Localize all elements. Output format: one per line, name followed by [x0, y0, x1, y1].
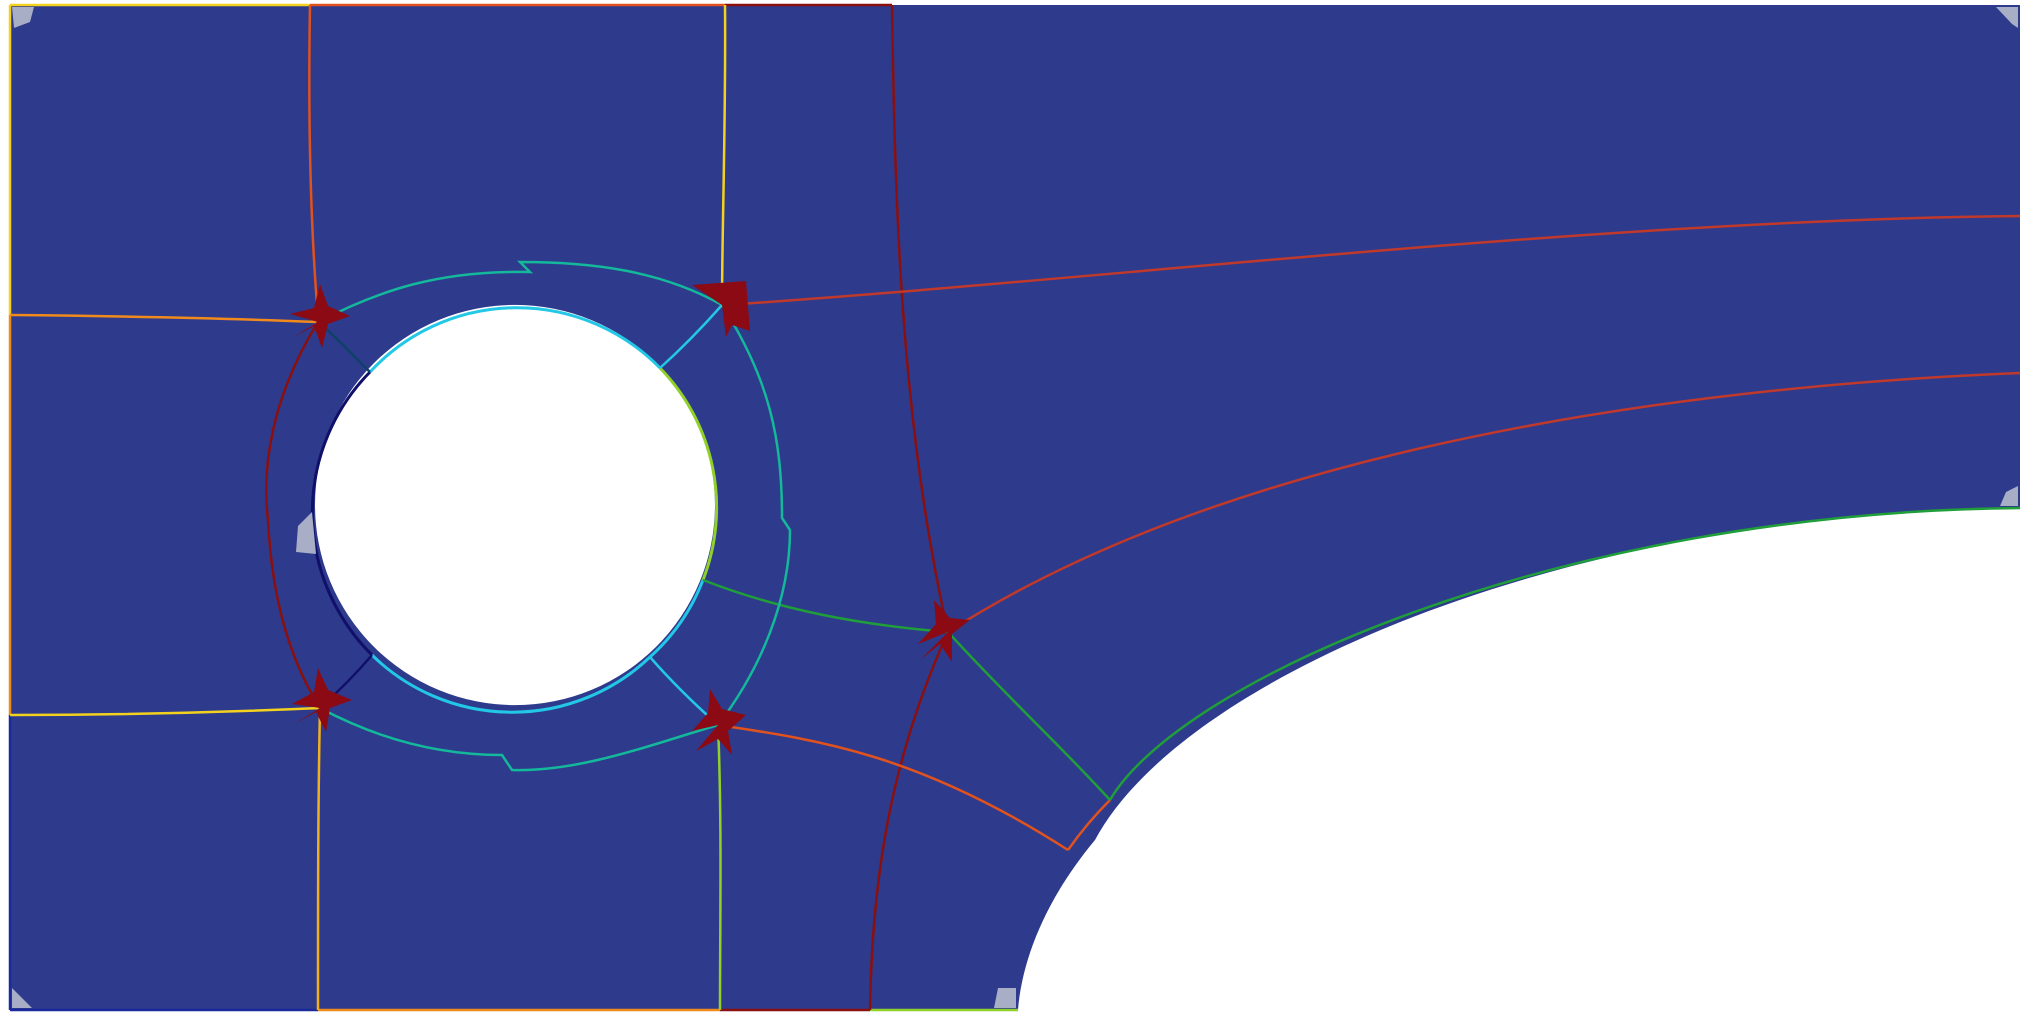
quad-layout-diagram	[8, 3, 2020, 1012]
mesh-viewport	[0, 0, 2020, 1015]
